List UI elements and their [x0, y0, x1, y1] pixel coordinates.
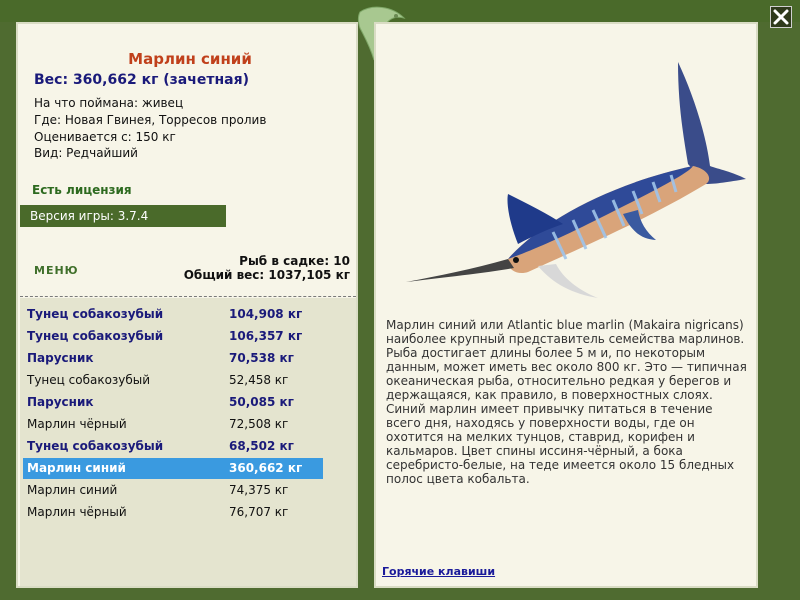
rated-from-info: Оценивается с: 150 кг — [34, 130, 176, 144]
catch-list[interactable]: Тунец собакозубый 104,908 кг Тунец собак… — [20, 298, 356, 586]
divider — [20, 296, 356, 297]
close-icon — [773, 9, 789, 25]
list-item[interactable]: Парусник 50,085 кг — [23, 392, 323, 413]
list-item[interactable]: Марлин чёрный 72,508 кг — [23, 414, 323, 435]
list-item-selected[interactable]: Марлин синий 360,662 кг — [23, 458, 323, 479]
license-status: Есть лицензия — [32, 183, 132, 197]
catch-info-panel: Марлин синий Вес: 360,662 кг (зачетная) … — [16, 22, 358, 588]
fish-weight: Вес: 360,662 кг (зачетная) — [34, 72, 249, 88]
list-item[interactable]: Тунец собакозубый 106,357 кг — [23, 326, 323, 347]
catch-stats: Рыб в садке: 10 Общий вес: 1037,105 кг — [184, 254, 350, 282]
fish-count: Рыб в садке: 10 — [239, 254, 350, 268]
list-item[interactable]: Тунец собакозубый 68,502 кг — [23, 436, 323, 457]
fish-description: Марлин синий или Atlantic blue marlin (M… — [386, 318, 747, 486]
list-item[interactable]: Тунец собакозубый 104,908 кг — [23, 304, 323, 325]
list-item[interactable]: Марлин синий 74,375 кг — [23, 480, 323, 501]
close-button[interactable] — [770, 6, 792, 28]
game-version: Версия игры: 3.7.4 — [20, 205, 226, 227]
list-item[interactable]: Марлин чёрный 76,707 кг — [23, 502, 323, 523]
rarity-info: Вид: Редчайший — [34, 146, 138, 160]
list-item[interactable]: Парусник 70,538 кг — [23, 348, 323, 369]
list-item[interactable]: Тунец собакозубый 52,458 кг — [23, 370, 323, 391]
fish-title: Марлин синий — [128, 50, 252, 68]
bait-info: На что поймана: живец — [34, 96, 184, 110]
blue-marlin-illustration — [406, 62, 746, 298]
total-weight: Общий вес: 1037,105 кг — [183, 268, 350, 282]
hotkeys-link[interactable]: Горячие клавиши — [382, 565, 495, 578]
location-info: Где: Новая Гвинея, Торресов пролив — [34, 113, 267, 127]
menu-button[interactable]: МЕНЮ — [34, 264, 79, 277]
fish-description-panel: Марлин синий или Atlantic blue marlin (M… — [374, 22, 758, 588]
